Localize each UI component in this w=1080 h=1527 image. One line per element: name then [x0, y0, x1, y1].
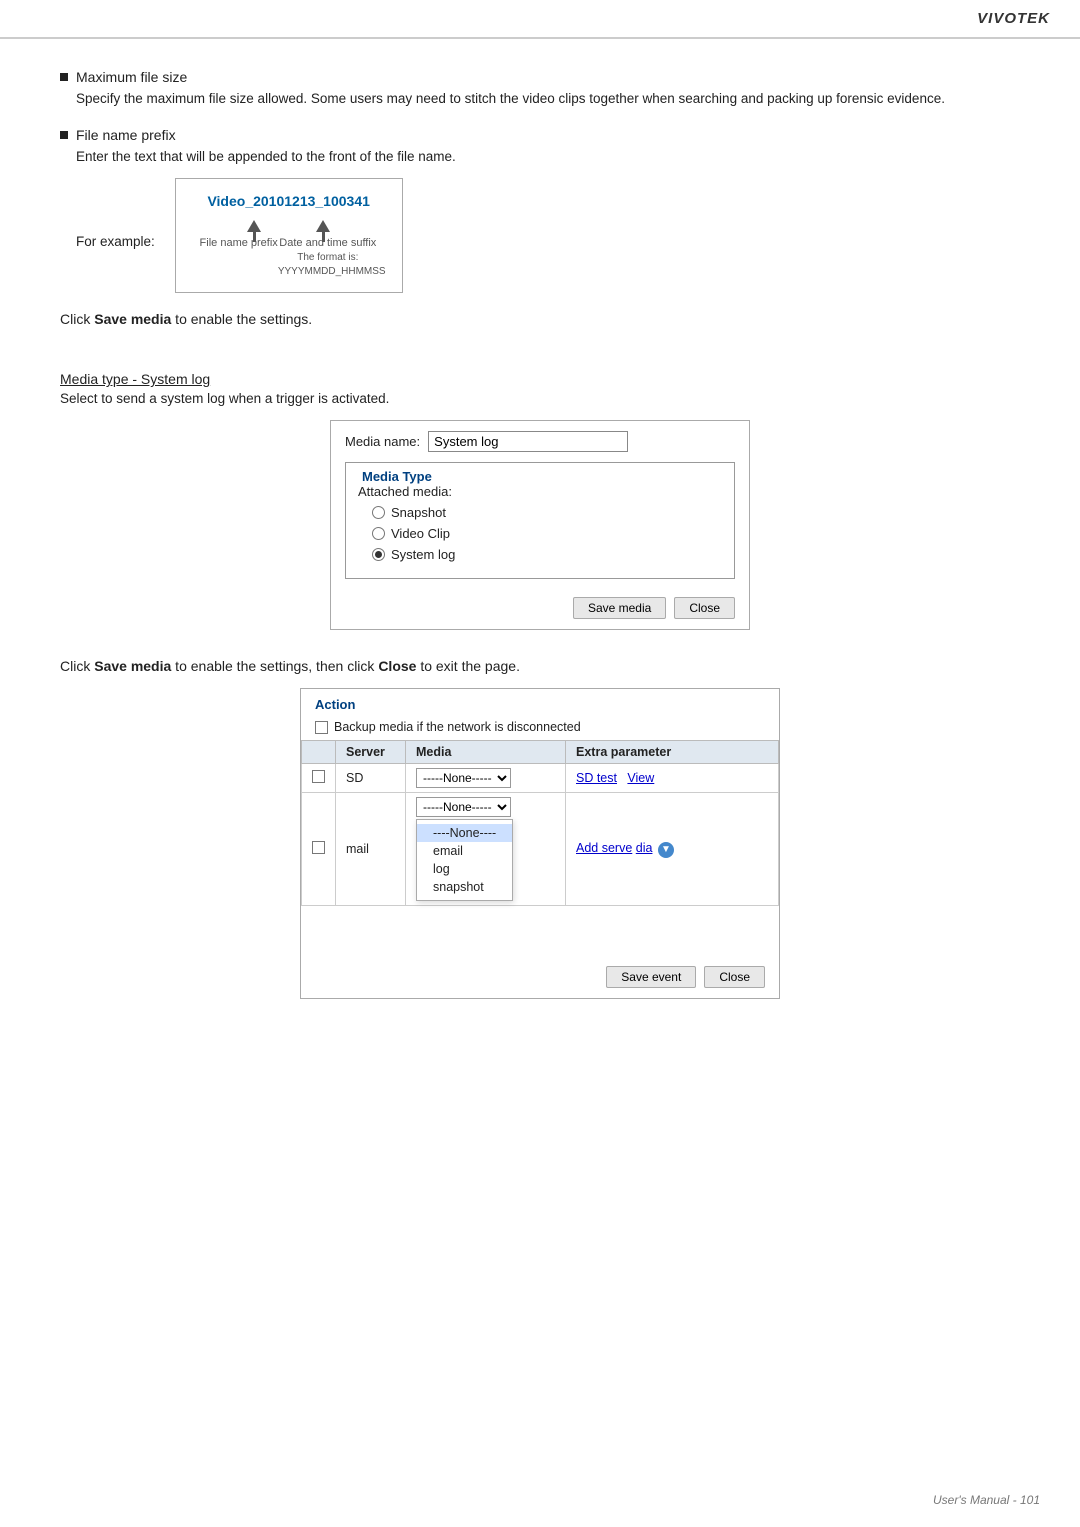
arrow-datetime-icon — [316, 220, 330, 232]
row-sd-extra: SD test View — [566, 764, 779, 793]
action-box: Action Backup media if the network is di… — [300, 688, 780, 999]
footer-text: User's Manual - 101 — [933, 1493, 1040, 1507]
add-media-partial[interactable]: dia — [636, 841, 653, 855]
sd-test-link[interactable]: SD test — [576, 771, 617, 785]
row-sd-server: SD — [336, 764, 406, 793]
save-media-button[interactable]: Save media — [573, 597, 666, 619]
backup-checkbox-row: Backup media if the network is disconnec… — [301, 712, 779, 740]
backup-label: Backup media if the network is disconnec… — [334, 720, 581, 734]
backup-checkbox[interactable] — [315, 721, 328, 734]
radio-systemlog-label: System log — [391, 547, 455, 562]
media-type-heading: Media type - System log — [60, 371, 210, 387]
page-footer: User's Manual - 101 — [933, 1493, 1040, 1507]
label-datetime: Date and time suffix The format is: YYYY… — [278, 236, 378, 279]
radio-systemlog[interactable]: System log — [372, 547, 722, 562]
dropdown-popup: ----None---- email log snapshot — [416, 819, 513, 901]
dropdown-item-none[interactable]: ----None---- — [417, 824, 512, 842]
row-mail-media: -----None----- ----None---- email log sn… — [406, 793, 566, 906]
radio-snapshot[interactable]: Snapshot — [372, 505, 722, 520]
for-example-label: For example: Video_20101213_100341 File … — [76, 170, 1020, 294]
row-mail-checkbox-cell — [302, 793, 336, 906]
col-extra-header: Extra parameter — [566, 741, 779, 764]
col-server-header: Server — [336, 741, 406, 764]
label-prefix: File name prefix — [200, 236, 278, 279]
radio-videoclip[interactable]: Video Clip — [372, 526, 722, 541]
row-sd-checkbox-cell — [302, 764, 336, 793]
radio-snapshot-icon — [372, 506, 385, 519]
row-sd-media-select[interactable]: -----None----- — [416, 768, 511, 788]
bullet-icon-2 — [60, 131, 68, 139]
file-name-prefix-heading: File name prefix — [76, 127, 176, 143]
fieldset-legend: Media Type — [358, 469, 722, 484]
max-file-size-desc: Specify the maximum file size allowed. S… — [76, 89, 1020, 109]
max-file-size-heading: Maximum file size — [76, 69, 187, 85]
radio-videoclip-icon — [372, 527, 385, 540]
brand-label: VIVOTEK — [977, 10, 1050, 27]
save-media-instruction-1: Click Save media to enable the settings. — [60, 311, 1020, 327]
col-media-header: Media — [406, 741, 566, 764]
dropdown-item-log[interactable]: log — [417, 860, 512, 878]
example-filename-box: Video_20101213_100341 File name prefix D… — [175, 178, 403, 294]
media-name-input[interactable] — [428, 431, 628, 452]
view-link[interactable]: View — [627, 771, 654, 785]
save-event-button[interactable]: Save event — [606, 966, 696, 988]
row-mail-checkbox[interactable] — [312, 841, 325, 854]
dropdown-item-snapshot[interactable]: snapshot — [417, 878, 512, 896]
radio-snapshot-label: Snapshot — [391, 505, 446, 520]
radio-videoclip-label: Video Clip — [391, 526, 450, 541]
action-table: Server Media Extra parameter SD -----Non… — [301, 740, 779, 906]
dialog-close-button[interactable]: Close — [674, 597, 735, 619]
add-server-link[interactable]: Add serve — [576, 841, 632, 855]
system-log-dialog: Media name: Media Type Attached media: S… — [330, 420, 750, 630]
file-name-prefix-desc: Enter the text that will be appended to … — [76, 147, 1020, 167]
dialog-buttons: Save media Close — [331, 589, 749, 629]
radio-systemlog-icon — [372, 548, 385, 561]
row-sd-media: -----None----- — [406, 764, 566, 793]
bullet-icon-1 — [60, 73, 68, 81]
row-mail-server: mail — [336, 793, 406, 906]
action-buttons: Save event Close — [301, 956, 779, 998]
media-type-fieldset: Media Type Attached media: Snapshot Vide… — [345, 462, 735, 579]
media-type-desc: Select to send a system log when a trigg… — [60, 391, 1020, 406]
example-filename-text: Video_20101213_100341 — [200, 191, 378, 212]
col-checkbox-header — [302, 741, 336, 764]
arrow-prefix-icon — [247, 220, 261, 232]
action-close-button[interactable]: Close — [704, 966, 765, 988]
row-mail-extra: Add serve dia ▼ — [566, 793, 779, 906]
row-sd-checkbox[interactable] — [312, 770, 325, 783]
table-row: SD -----None----- SD test View — [302, 764, 779, 793]
dropdown-item-email[interactable]: email — [417, 842, 512, 860]
table-row: mail -----None----- ----None---- email l… — [302, 793, 779, 906]
attached-media-label: Attached media: — [358, 484, 722, 499]
row-mail-media-select[interactable]: -----None----- — [416, 797, 511, 817]
action-legend: Action — [301, 689, 779, 712]
media-name-label: Media name: — [345, 434, 420, 449]
dropdown-arrow-icon[interactable]: ▼ — [658, 842, 674, 858]
save-close-instruction: Click Save media to enable the settings,… — [60, 658, 1020, 674]
